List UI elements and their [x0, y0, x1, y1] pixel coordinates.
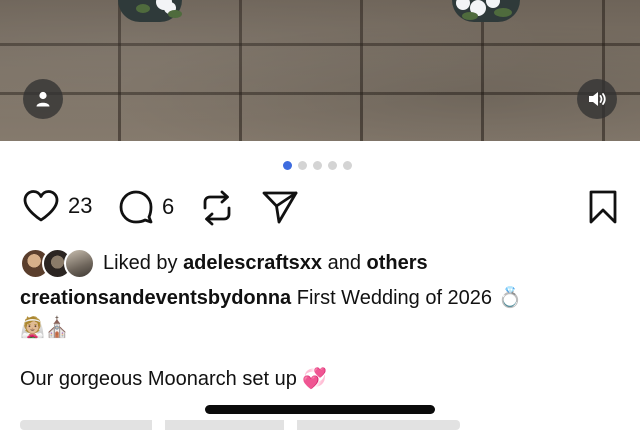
caption-emoji: 💍 — [497, 287, 523, 309]
heart-icon[interactable] — [22, 189, 60, 223]
bookmark-icon[interactable] — [588, 189, 618, 225]
post-photo[interactable] — [0, 0, 640, 141]
home-indicator[interactable] — [205, 405, 435, 414]
carousel-dot — [298, 161, 307, 170]
post-caption: creationsandeventsbydonna First Wedding … — [20, 283, 620, 343]
carousel-dot — [313, 161, 322, 170]
caption-extra-text: Our gorgeous Moonarch set up — [20, 368, 297, 390]
like-action[interactable]: 23 — [22, 189, 92, 223]
floor-texture — [0, 0, 640, 141]
post-action-bar: 23 6 — [22, 189, 618, 229]
caption-emoji-line: 👰🏼⛪ — [20, 317, 70, 339]
liked-by-prefix: Liked by — [103, 252, 178, 274]
person-icon — [36, 91, 50, 107]
liked-by-joiner: and — [327, 252, 361, 274]
carousel-dot — [328, 161, 337, 170]
tag-people-button[interactable] — [23, 79, 63, 119]
caption-extra-emoji: 💞 — [302, 368, 328, 390]
repost-action[interactable] — [200, 189, 234, 227]
save-action[interactable] — [588, 189, 618, 225]
audio-toggle-button[interactable] — [577, 79, 617, 119]
like-count[interactable]: 23 — [68, 193, 92, 219]
speaker-icon — [589, 92, 606, 106]
caption-extra-line: Our gorgeous Moonarch set up 💞 — [20, 366, 327, 391]
carousel-indicator — [283, 161, 352, 170]
share-action[interactable] — [261, 189, 299, 225]
comment-action[interactable]: 6 — [118, 189, 174, 225]
carousel-dot-active — [283, 161, 292, 170]
liked-by-username[interactable]: adelescraftsxx — [183, 252, 322, 275]
liked-by-others-link[interactable]: others — [367, 252, 428, 275]
caption-text: First Wedding of 2026 — [296, 287, 493, 309]
avatar[interactable] — [64, 248, 95, 279]
comment-count[interactable]: 6 — [162, 194, 174, 220]
comment-bubble-icon[interactable] — [118, 189, 154, 225]
liker-avatars[interactable] — [20, 248, 95, 279]
send-icon[interactable] — [261, 189, 299, 225]
repost-icon[interactable] — [200, 189, 234, 227]
liked-by-row[interactable]: Liked by adelescraftsxx and others — [20, 248, 428, 279]
carousel-dot — [343, 161, 352, 170]
caption-username[interactable]: creationsandeventsbydonna — [20, 287, 291, 309]
cut-off-caption-text — [20, 420, 460, 430]
